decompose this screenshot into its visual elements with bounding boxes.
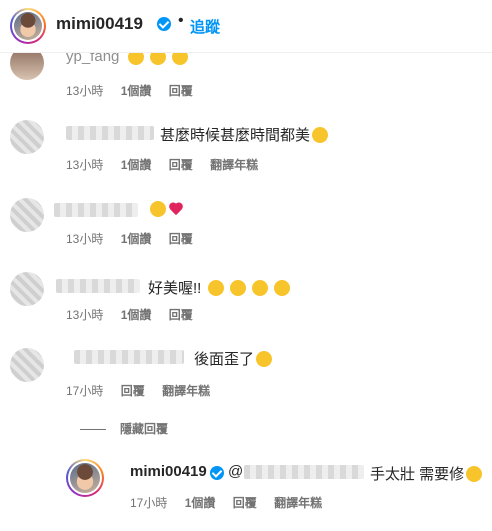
comment-meta: 13小時 1個讚 回覆 — [66, 82, 207, 99]
reply-button[interactable]: 回覆 — [169, 84, 193, 98]
post-header: mimi00419 • 追蹤 — [0, 0, 492, 53]
comment-text: 甚麼時候甚麼時間都美 — [160, 124, 329, 145]
separator-dot: • — [178, 12, 184, 29]
comment-meta: 17小時 回覆 翻譯年糕 — [66, 382, 224, 399]
hide-replies-button[interactable]: 隱藏回覆 — [80, 420, 168, 437]
follow-button[interactable]: 追蹤 — [190, 16, 220, 37]
translate-button[interactable]: 翻譯年糕 — [210, 158, 258, 172]
comment-meta: 13小時 1個讚 回覆 — [66, 306, 207, 323]
mention-prefix[interactable]: @ — [228, 463, 243, 480]
comment-time[interactable]: 13小時 — [66, 232, 103, 246]
comment-meta: 13小時 1個讚 回覆 翻譯年糕 — [66, 156, 272, 173]
comment-time[interactable]: 13小時 — [66, 158, 103, 172]
verified-badge-icon — [157, 17, 171, 31]
reply-meta: 17小時 1個讚 回覆 翻譯年糕 — [130, 494, 336, 511]
reply-avatar[interactable] — [66, 459, 104, 497]
redacted-username — [66, 126, 154, 140]
comment-time[interactable]: 17小時 — [66, 384, 103, 398]
translate-button[interactable]: 翻譯年糕 — [274, 496, 322, 510]
comment-text: 好美喔!! — [148, 277, 291, 298]
face-blowing-kiss-icon — [251, 280, 268, 296]
comment-item: 後面歪了 17小時 回覆 翻譯年糕 — [0, 344, 492, 404]
reply-button[interactable]: 回覆 — [169, 308, 193, 322]
redacted-mention — [244, 465, 364, 479]
face-blowing-kiss-icon — [274, 280, 291, 296]
commenter-avatar[interactable] — [10, 348, 44, 382]
reply-likes[interactable]: 1個讚 — [185, 496, 216, 510]
rolling-on-the-floor-laughing-icon — [466, 466, 483, 482]
reply-button[interactable]: 回覆 — [169, 158, 193, 172]
redacted-username — [56, 279, 140, 293]
comment-time[interactable]: 13小時 — [66, 84, 103, 98]
comment-item: yp_fang 13小時 1個讚 回覆 — [0, 46, 492, 102]
comment-emojis — [148, 201, 184, 218]
comment-text: 後面歪了 — [194, 348, 273, 369]
redacted-username — [74, 350, 184, 364]
header-username[interactable]: mimi00419 — [56, 14, 143, 34]
divider-line — [80, 429, 106, 431]
comment-likes[interactable]: 1個讚 — [121, 232, 152, 246]
reply-button[interactable]: 回覆 — [121, 384, 145, 398]
reply-text: 手太壯 需要修 — [370, 463, 483, 484]
comment-likes[interactable]: 1個讚 — [121, 158, 152, 172]
comment-item: 13小時 1個讚 回覆 — [0, 194, 492, 254]
comment-time[interactable]: 13小時 — [66, 308, 103, 322]
reply-button[interactable]: 回覆 — [233, 496, 257, 510]
reply-username[interactable]: mimi00419 — [130, 463, 207, 480]
comment-meta: 13小時 1個讚 回覆 — [66, 230, 207, 247]
commenter-avatar[interactable] — [10, 198, 44, 232]
reply-button[interactable]: 回覆 — [169, 232, 193, 246]
redacted-username — [54, 203, 138, 217]
face-blowing-kiss-icon — [207, 280, 224, 296]
grinning-face-with-sweat-icon — [256, 351, 273, 367]
comment-item: 好美喔!! 13小時 1個讚 回覆 — [0, 270, 492, 330]
reply-time[interactable]: 17小時 — [130, 496, 167, 510]
verified-badge-icon — [210, 466, 224, 480]
comment-likes[interactable]: 1個讚 — [121, 308, 152, 322]
comment-item: 甚麼時候甚麼時間都美 13小時 1個讚 回覆 翻譯年糕 — [0, 118, 492, 178]
face-blowing-kiss-icon — [150, 201, 166, 217]
commenter-avatar[interactable] — [10, 120, 44, 154]
comment-likes[interactable]: 1個讚 — [121, 84, 152, 98]
commenter-avatar[interactable] — [10, 272, 44, 306]
translate-button[interactable]: 翻譯年糕 — [162, 384, 210, 398]
profile-avatar[interactable] — [10, 8, 46, 44]
star-struck-face-icon — [312, 127, 329, 143]
red-heart-icon — [170, 202, 184, 216]
face-blowing-kiss-icon — [229, 280, 246, 296]
